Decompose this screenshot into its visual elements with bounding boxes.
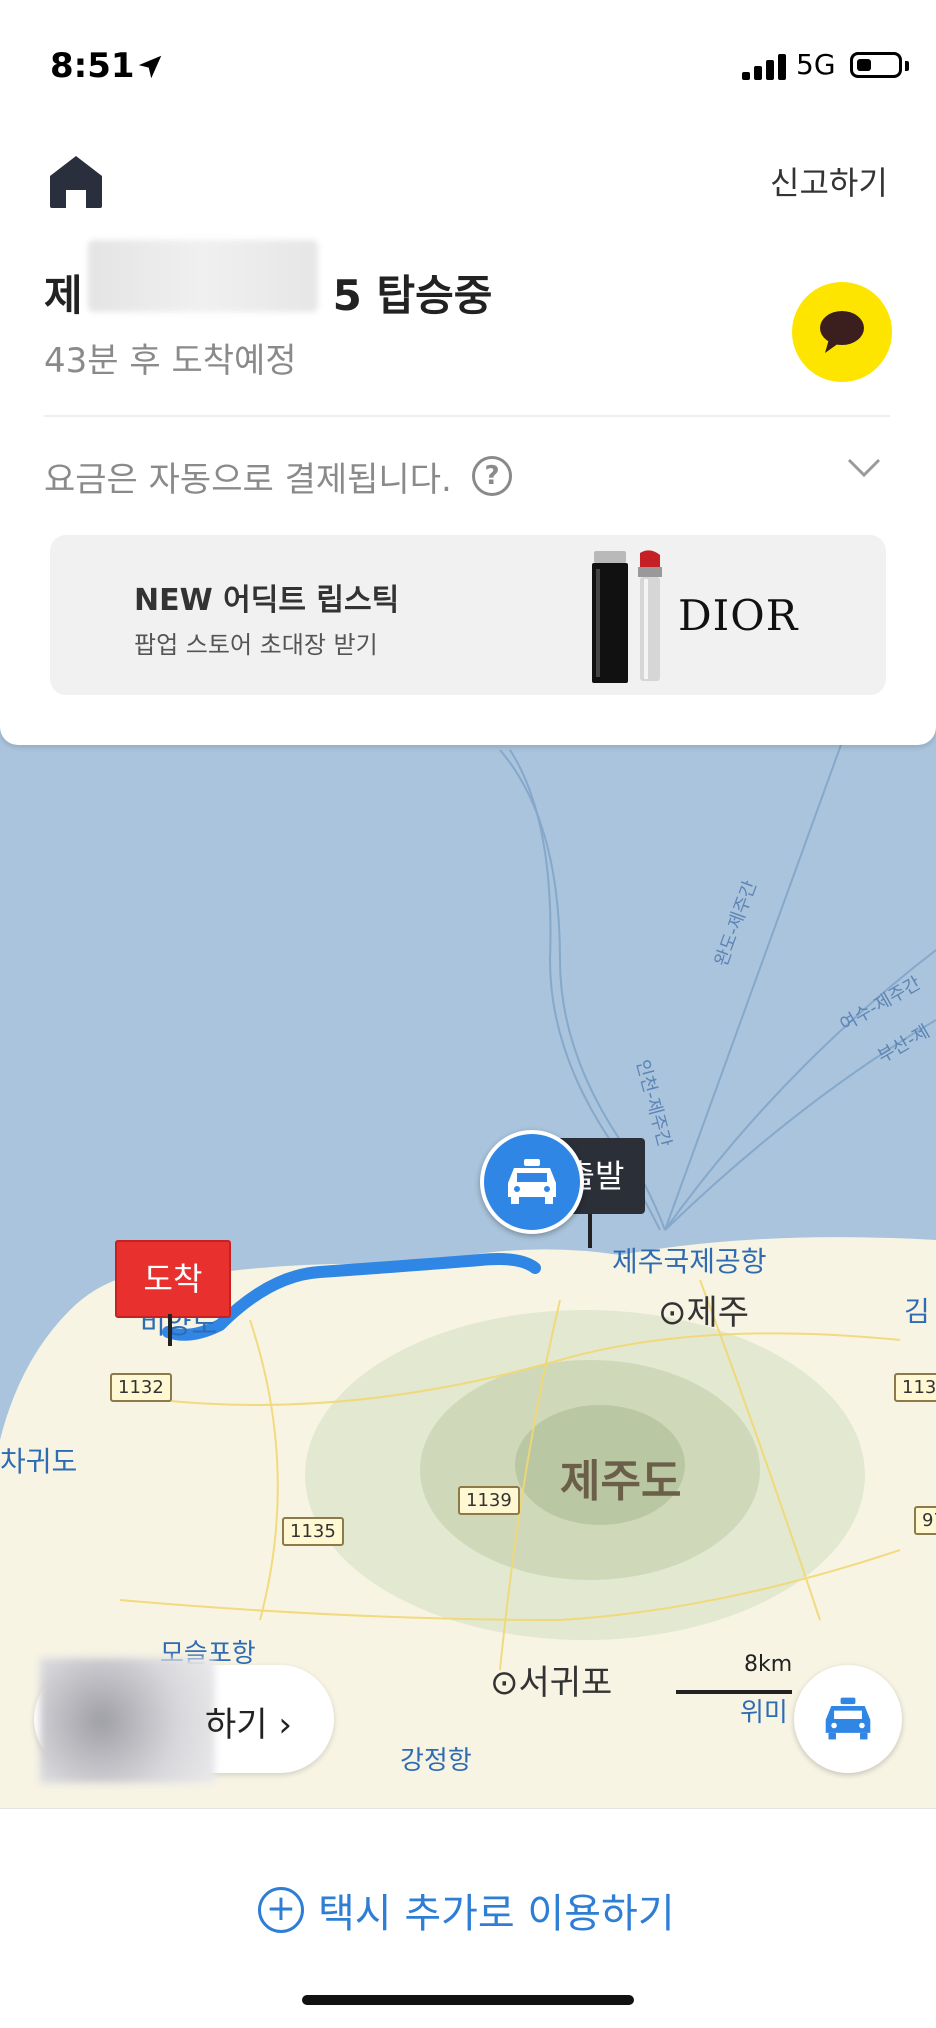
status-time: 8:51 xyxy=(50,46,135,86)
network-type: 5G xyxy=(796,48,836,81)
help-icon[interactable]: ? xyxy=(472,456,512,496)
destination-marker-label: 도착 xyxy=(115,1240,231,1318)
road-badge: 1132 xyxy=(110,1373,172,1402)
recenter-taxi-button[interactable] xyxy=(794,1665,902,1773)
place-wimi: 위미 xyxy=(740,1698,788,1728)
taxi-icon xyxy=(508,1159,556,1204)
map-scale-label: 8km xyxy=(744,1652,793,1677)
bottom-bar: + 택시 추가로 이용하기 xyxy=(0,1808,936,2028)
battery-level xyxy=(857,59,871,71)
eta-text: 43분 후 도착예정 xyxy=(44,341,297,381)
road-badge: 1136 xyxy=(894,1373,936,1402)
taxi-icon xyxy=(825,1697,871,1740)
lipstick-bullet-image xyxy=(638,550,662,681)
ad-banner[interactable]: NEW 어딕트 립스틱 팝업 스토어 초대장 받기 DIOR xyxy=(50,535,886,695)
ad-title: NEW 어딕트 립스틱 xyxy=(134,583,400,618)
road-badge: 1139 xyxy=(458,1486,520,1515)
airport-label: 제주국제공항 xyxy=(612,1245,767,1278)
divider xyxy=(44,415,890,417)
place-chagwido: 차귀도 xyxy=(0,1445,78,1478)
map-scale-bar xyxy=(676,1690,792,1694)
destination-marker-pin xyxy=(168,1314,172,1346)
ride-title-prefix: 제 xyxy=(44,271,83,320)
user-avatar-blurred xyxy=(40,1658,215,1783)
plus-circle-icon: + xyxy=(258,1887,304,1933)
speech-bubble-icon xyxy=(820,311,864,353)
add-taxi-label: 택시 추가로 이용하기 xyxy=(318,1891,675,1937)
report-button[interactable]: 신고하기 xyxy=(770,158,888,204)
signal-icon xyxy=(742,54,786,80)
plate-number-blurred xyxy=(88,240,318,312)
battery-cap xyxy=(905,61,909,71)
city-label-seogwipo: ⊙서귀포 xyxy=(490,1663,613,1703)
home-icon[interactable] xyxy=(46,152,106,210)
fare-note: 요금은 자동으로 결제됩니다. xyxy=(44,460,452,500)
road-badge: 1135 xyxy=(282,1517,344,1546)
chat-button[interactable] xyxy=(792,282,892,382)
battery-icon xyxy=(850,52,902,78)
lipstick-cap-image xyxy=(592,551,628,683)
city-label-jeju: ⊙제주 xyxy=(658,1293,750,1333)
status-bar: 8:51 5G xyxy=(0,0,936,130)
add-taxi-button[interactable]: + 택시 추가로 이용하기 xyxy=(258,1881,675,1939)
ad-subtitle: 팝업 스토어 초대장 받기 xyxy=(134,631,378,659)
place-gangjeong: 강정항 xyxy=(400,1746,472,1776)
place-gimnyeong: 김 xyxy=(904,1295,930,1328)
user-pill-label[interactable]: 하기 › xyxy=(205,1697,292,1746)
location-arrow-icon xyxy=(138,55,162,79)
ride-title-suffix: 5 탑승중 xyxy=(332,271,493,320)
ad-brand-logo: DIOR xyxy=(678,591,799,640)
island-label: 제주도 xyxy=(560,1456,682,1507)
start-marker-pin xyxy=(588,1214,592,1248)
road-badge: 97 xyxy=(914,1506,936,1535)
home-indicator xyxy=(302,1995,634,2005)
taxi-location-marker[interactable] xyxy=(480,1130,584,1234)
chevron-down-icon[interactable] xyxy=(846,456,882,480)
